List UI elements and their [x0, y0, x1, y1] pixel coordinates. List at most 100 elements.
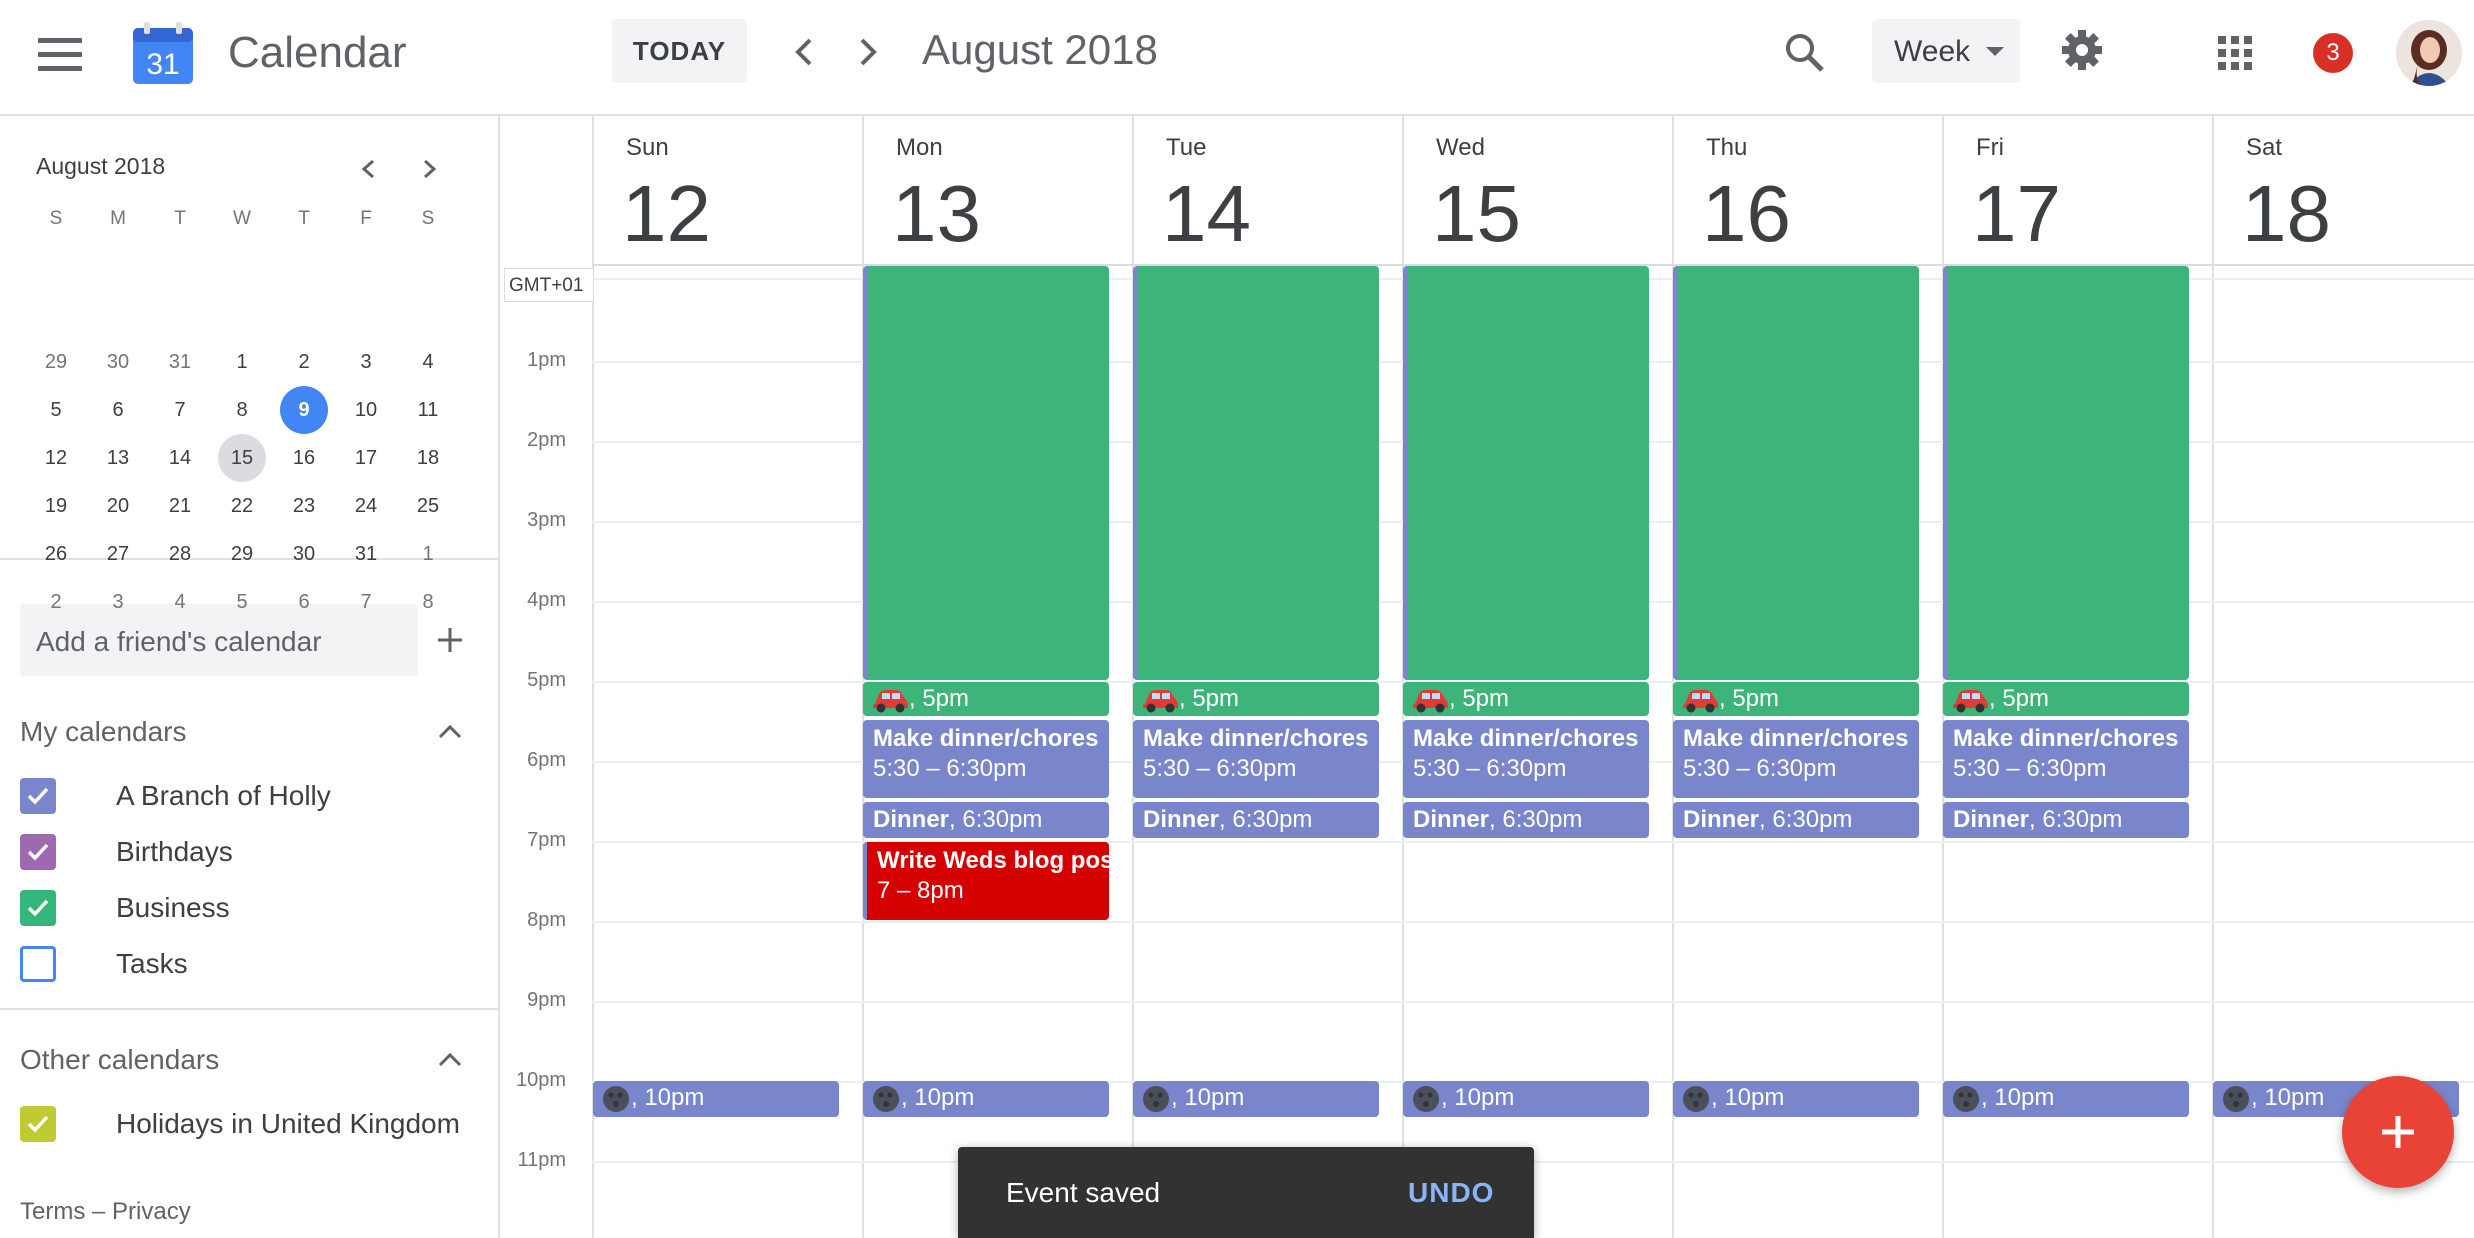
chores-event[interactable]: Make dinner/chores 5:30 – 6:30pm — [1673, 720, 1919, 798]
mini-day[interactable]: 19 — [31, 482, 81, 530]
mini-day[interactable]: 29 — [31, 338, 81, 386]
night-event[interactable]: , 10pm — [1133, 1081, 1379, 1117]
event-block[interactable] — [1943, 266, 2189, 680]
mini-day[interactable]: 10 — [341, 386, 391, 434]
day-name-label[interactable]: Sat — [2246, 134, 2282, 162]
mini-day[interactable]: 26 — [31, 530, 81, 578]
add-calendar-plus-icon[interactable] — [432, 622, 468, 658]
day-name-label[interactable]: Sun — [626, 134, 669, 162]
day-name-label[interactable]: Tue — [1166, 134, 1206, 162]
create-event-button[interactable] — [2342, 1076, 2454, 1188]
undo-button[interactable]: UNDO — [1408, 1177, 1494, 1209]
mini-day[interactable]: 7 — [341, 578, 391, 626]
day-name-label[interactable]: Thu — [1706, 134, 1747, 162]
checked-checkbox-icon[interactable] — [20, 1106, 56, 1142]
mini-day[interactable]: 29 — [217, 530, 267, 578]
unchecked-checkbox-icon[interactable] — [20, 946, 56, 982]
commute-event[interactable]: , 5pm — [1133, 682, 1379, 716]
mini-day[interactable]: 4 — [403, 338, 453, 386]
mini-day[interactable]: 11 — [403, 386, 453, 434]
dinner-event[interactable]: Dinner, 6:30pm — [1673, 802, 1919, 838]
mini-day[interactable]: 12 — [31, 434, 81, 482]
event-block[interactable] — [863, 266, 1109, 680]
calendar-item[interactable]: Business — [20, 882, 480, 930]
next-week-icon[interactable] — [852, 32, 884, 72]
day-name-label[interactable]: Wed — [1436, 134, 1485, 162]
event-block[interactable] — [1403, 266, 1649, 680]
mini-day[interactable]: 2 — [31, 578, 81, 626]
commute-event[interactable]: , 5pm — [1673, 682, 1919, 716]
mini-day[interactable]: 3 — [93, 578, 143, 626]
commute-event[interactable]: , 5pm — [1943, 682, 2189, 716]
checked-checkbox-icon[interactable] — [20, 778, 56, 814]
dinner-event[interactable]: Dinner, 6:30pm — [1403, 802, 1649, 838]
collapse-my-calendars-icon[interactable] — [436, 722, 464, 740]
dinner-event[interactable]: Dinner, 6:30pm — [1943, 802, 2189, 838]
mini-day[interactable]: 31 — [341, 530, 391, 578]
notification-badge[interactable]: 3 — [2313, 33, 2353, 73]
mini-day[interactable]: 30 — [279, 530, 329, 578]
day-number[interactable]: 17 — [1972, 168, 2061, 260]
mini-day[interactable]: 1 — [217, 338, 267, 386]
previous-week-icon[interactable] — [788, 32, 820, 72]
checked-checkbox-icon[interactable] — [20, 834, 56, 870]
day-number[interactable]: 14 — [1162, 168, 1251, 260]
mini-day[interactable]: 6 — [279, 578, 329, 626]
checked-checkbox-icon[interactable] — [20, 890, 56, 926]
chores-event[interactable]: Make dinner/chores 5:30 – 6:30pm — [863, 720, 1109, 798]
mini-day[interactable]: 7 — [155, 386, 205, 434]
commute-event[interactable]: , 5pm — [863, 682, 1109, 716]
chores-event[interactable]: Make dinner/chores 5:30 – 6:30pm — [1133, 720, 1379, 798]
commute-event[interactable]: , 5pm — [1403, 682, 1649, 716]
mini-day[interactable]: 16 — [279, 434, 329, 482]
day-number[interactable]: 15 — [1432, 168, 1521, 260]
calendar-item[interactable]: Birthdays — [20, 826, 480, 874]
mini-day[interactable]: 22 — [217, 482, 267, 530]
day-number[interactable]: 13 — [892, 168, 981, 260]
day-number[interactable]: 16 — [1702, 168, 1791, 260]
mini-day[interactable]: 9 — [279, 386, 329, 434]
chores-event[interactable]: Make dinner/chores 5:30 – 6:30pm — [1943, 720, 2189, 798]
mini-day[interactable]: 30 — [93, 338, 143, 386]
mini-day[interactable]: 15 — [217, 434, 267, 482]
calendar-item[interactable]: Tasks — [20, 938, 480, 986]
event-block[interactable] — [1673, 266, 1919, 680]
dinner-event[interactable]: Dinner, 6:30pm — [863, 802, 1109, 838]
event-block[interactable] — [1133, 266, 1379, 680]
mini-day[interactable]: 20 — [93, 482, 143, 530]
terms-privacy-links[interactable]: Terms – Privacy — [20, 1198, 191, 1226]
apps-grid-icon[interactable] — [2218, 36, 2252, 70]
mini-day[interactable]: 18 — [403, 434, 453, 482]
mini-day[interactable]: 13 — [93, 434, 143, 482]
mini-day[interactable]: 5 — [217, 578, 267, 626]
mini-day[interactable]: 27 — [93, 530, 143, 578]
dinner-event[interactable]: Dinner, 6:30pm — [1133, 802, 1379, 838]
calendar-item[interactable]: A Branch of Holly — [20, 770, 480, 818]
today-button[interactable]: TODAY — [612, 19, 747, 83]
night-event[interactable]: , 10pm — [1943, 1081, 2189, 1117]
night-event[interactable]: , 10pm — [1673, 1081, 1919, 1117]
gear-icon[interactable] — [2060, 28, 2104, 72]
collapse-other-calendars-icon[interactable] — [436, 1050, 464, 1068]
mini-day[interactable]: 8 — [403, 578, 453, 626]
mini-day[interactable]: 5 — [31, 386, 81, 434]
mini-day[interactable]: 17 — [341, 434, 391, 482]
avatar[interactable] — [2396, 20, 2462, 86]
night-event[interactable]: , 10pm — [1403, 1081, 1649, 1117]
mini-day[interactable]: 21 — [155, 482, 205, 530]
chores-event[interactable]: Make dinner/chores 5:30 – 6:30pm — [1403, 720, 1649, 798]
mini-day[interactable]: 23 — [279, 482, 329, 530]
search-icon[interactable] — [1782, 30, 1826, 74]
mini-day[interactable]: 2 — [279, 338, 329, 386]
night-event[interactable]: , 10pm — [593, 1081, 839, 1117]
main-menu-icon[interactable] — [38, 38, 82, 72]
mini-day[interactable]: 6 — [93, 386, 143, 434]
day-name-label[interactable]: Fri — [1976, 134, 2004, 162]
mini-day[interactable]: 14 — [155, 434, 205, 482]
other-calendars-title[interactable]: Other calendars — [20, 1044, 219, 1076]
mini-day[interactable]: 31 — [155, 338, 205, 386]
day-number[interactable]: 18 — [2242, 168, 2331, 260]
mini-day[interactable]: 8 — [217, 386, 267, 434]
my-calendars-title[interactable]: My calendars — [20, 716, 187, 748]
night-event[interactable]: , 10pm — [863, 1081, 1109, 1117]
